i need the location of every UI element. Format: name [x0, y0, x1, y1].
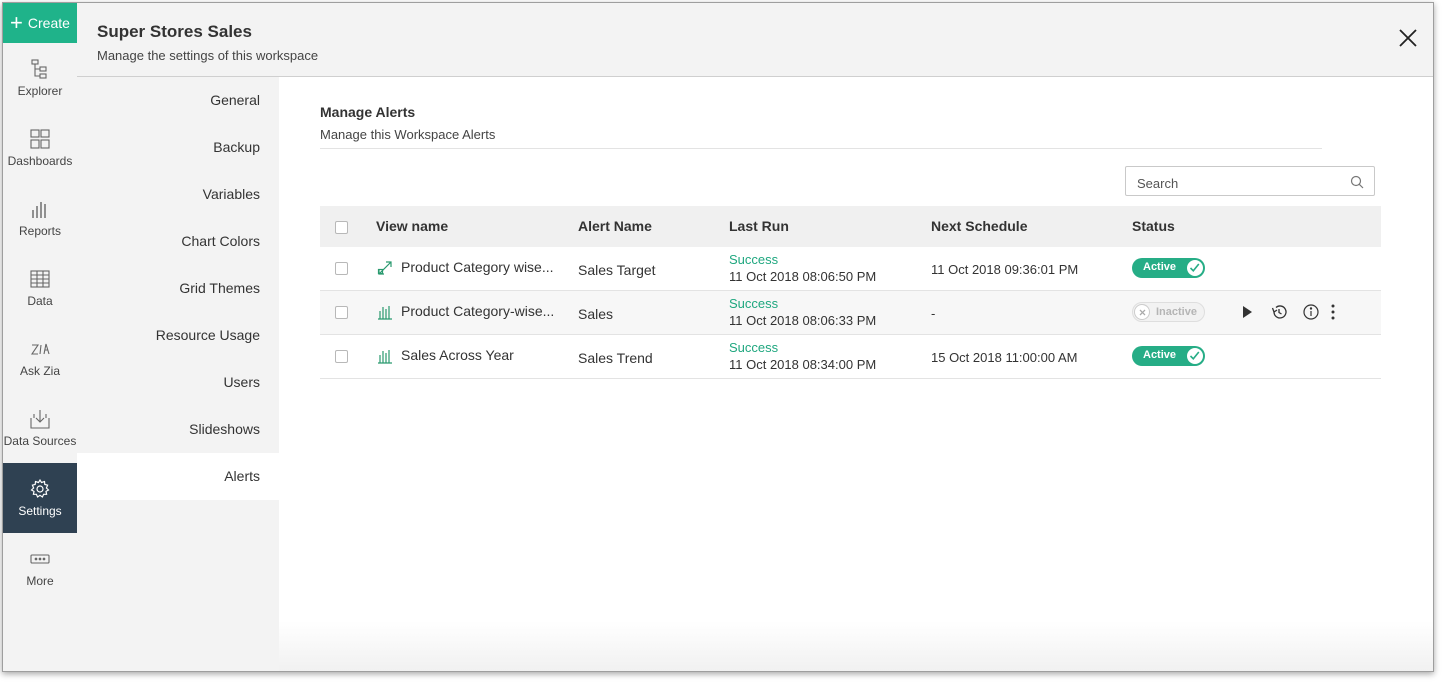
search-icon[interactable]: [1350, 175, 1364, 189]
section-subtitle: Manage this Workspace Alerts: [320, 127, 496, 142]
alerts-table: View name Alert Name Last Run Next Sched…: [320, 206, 1381, 379]
dashboards-icon: [30, 129, 50, 149]
select-all-checkbox[interactable]: [335, 221, 348, 234]
history-icon[interactable]: [1270, 303, 1288, 321]
settings-dialog: + Create Explorer Dashboards Reports Dat…: [2, 2, 1434, 672]
rail-item-settings[interactable]: Settings: [3, 463, 77, 533]
settings-nav-variables[interactable]: Variables: [77, 171, 279, 218]
last-run-status[interactable]: Success: [729, 296, 778, 311]
rail-item-label: More: [26, 574, 54, 588]
workspace-subtitle: Manage the settings of this workspace: [97, 48, 319, 63]
settings-nav-alerts[interactable]: Alerts: [77, 453, 279, 500]
settings-nav-general[interactable]: General: [77, 77, 279, 124]
more-options-icon[interactable]: [1324, 303, 1342, 321]
rail-item-label: Settings: [18, 504, 62, 518]
alert-name[interactable]: Sales Target: [578, 262, 656, 278]
alert-name[interactable]: Sales: [578, 306, 613, 322]
status-knob: [1134, 304, 1150, 320]
bottom-shadow: [279, 621, 1433, 671]
table-row[interactable]: Product Category-wise... Sales Success 1…: [320, 291, 1381, 335]
pivot-icon: [377, 261, 392, 275]
rail-item-data-sources[interactable]: Data Sources: [3, 393, 77, 463]
close-icon[interactable]: [1397, 27, 1419, 49]
more-icon: [30, 554, 50, 564]
last-run-status[interactable]: Success: [729, 252, 778, 267]
last-run-time: 11 Oct 2018 08:06:33 PM: [729, 313, 877, 328]
app-rail: + Create Explorer Dashboards Reports Dat…: [3, 3, 78, 671]
rail-item-label: Ask Zia: [19, 364, 60, 378]
view-name-link[interactable]: Product Category wise...: [401, 259, 554, 275]
rail-item-explorer[interactable]: Explorer: [3, 43, 77, 113]
bar-chart-icon: [378, 350, 392, 364]
divider: [320, 148, 1322, 149]
rail-item-label: Dashboards: [7, 154, 73, 168]
rail-item-dashboards[interactable]: Dashboards: [3, 113, 77, 183]
data-icon: [30, 270, 50, 288]
data-sources-icon: [30, 410, 50, 429]
alerts-panel: Manage Alerts Manage this Workspace Aler…: [279, 77, 1433, 671]
create-label: Create: [27, 15, 70, 31]
status-toggle[interactable]: Active: [1132, 346, 1205, 366]
settings-nav-resource-usage[interactable]: Resource Usage: [77, 312, 279, 359]
rail-item-label: Data: [27, 294, 53, 308]
explorer-icon: [31, 59, 47, 79]
status-label: Active: [1143, 349, 1177, 361]
rail-item-label: Explorer: [17, 84, 63, 98]
status-label: Active: [1143, 261, 1177, 273]
rail-item-ask-zia[interactable]: Ask Zia: [3, 323, 77, 393]
info-icon[interactable]: [1302, 303, 1320, 321]
settings-nav-slideshows[interactable]: Slideshows: [77, 406, 279, 453]
last-run-status[interactable]: Success: [729, 340, 778, 355]
rail-item-reports[interactable]: Reports: [3, 183, 77, 253]
ask-zia-icon: [30, 343, 50, 355]
table-row[interactable]: Product Category wise... Sales Target Su…: [320, 247, 1381, 291]
rail-item-label: Reports: [18, 224, 62, 238]
search-input[interactable]: [1135, 173, 1339, 193]
status-toggle[interactable]: Inactive: [1132, 302, 1205, 322]
alert-name[interactable]: Sales Trend: [578, 350, 653, 366]
bar-chart-icon: [378, 306, 392, 320]
status-toggle[interactable]: Active: [1132, 258, 1205, 278]
view-name-link[interactable]: Sales Across Year: [401, 347, 514, 363]
rail-item-label: Data Sources: [3, 434, 77, 448]
plus-icon: +: [10, 10, 23, 35]
search-box: [1125, 166, 1375, 196]
rail-item-data[interactable]: Data: [3, 253, 77, 323]
reports-icon: [32, 202, 46, 218]
status-knob: [1187, 260, 1203, 276]
last-run-time: 11 Oct 2018 08:06:50 PM: [729, 269, 877, 284]
check-icon: [1189, 351, 1200, 360]
status-knob: [1187, 348, 1203, 364]
row-checkbox[interactable]: [335, 306, 348, 319]
row-checkbox[interactable]: [335, 350, 348, 363]
column-header-status[interactable]: Status: [1132, 218, 1175, 234]
next-schedule: -: [931, 306, 936, 321]
check-icon: [1189, 263, 1200, 272]
column-header-alert-name[interactable]: Alert Name: [578, 218, 652, 234]
next-schedule: 11 Oct 2018 09:36:01 PM: [931, 262, 1079, 277]
column-header-view-name[interactable]: View name: [376, 218, 448, 234]
rail-item-more[interactable]: More: [3, 533, 77, 603]
workspace-title: Super Stores Sales: [97, 22, 252, 41]
settings-nav-backup[interactable]: Backup: [77, 124, 279, 171]
column-header-last-run[interactable]: Last Run: [729, 218, 789, 234]
settings-icon: [30, 478, 50, 498]
settings-nav: General Backup Variables Chart Colors Gr…: [77, 77, 279, 671]
x-icon: [1139, 309, 1146, 316]
table-header: View name Alert Name Last Run Next Sched…: [320, 206, 1381, 247]
status-label: Inactive: [1156, 306, 1197, 318]
view-name-link[interactable]: Product Category-wise...: [401, 303, 554, 319]
workspace-header: Super Stores Sales Manage the settings o…: [77, 3, 1433, 77]
settings-nav-grid-themes[interactable]: Grid Themes: [77, 265, 279, 312]
table-row[interactable]: Sales Across Year Sales Trend Success 11…: [320, 335, 1381, 379]
settings-nav-chart-colors[interactable]: Chart Colors: [77, 218, 279, 265]
section-title: Manage Alerts: [320, 104, 416, 120]
run-icon[interactable]: [1238, 303, 1256, 321]
last-run-time: 11 Oct 2018 08:34:00 PM: [729, 357, 877, 372]
next-schedule: 15 Oct 2018 11:00:00 AM: [931, 350, 1078, 365]
create-button[interactable]: + Create: [3, 3, 77, 43]
row-checkbox[interactable]: [335, 262, 348, 275]
settings-nav-users[interactable]: Users: [77, 359, 279, 406]
column-header-next-schedule[interactable]: Next Schedule: [931, 218, 1027, 234]
